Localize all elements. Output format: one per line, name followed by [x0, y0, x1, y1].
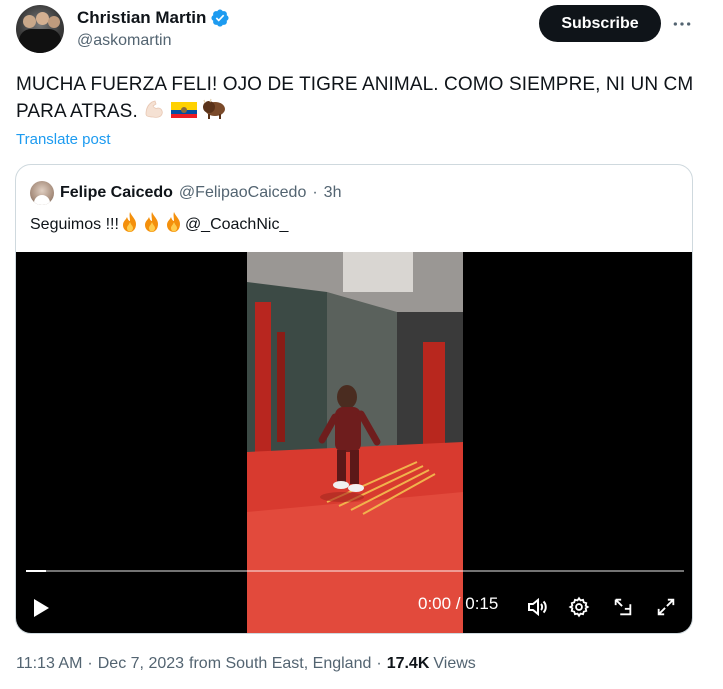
- author-display-name[interactable]: Christian Martin: [77, 8, 206, 28]
- volume-icon[interactable]: [524, 594, 550, 620]
- tweet-body: MUCHA FUERZA FELI! OJO DE TIGRE ANIMAL. …: [16, 74, 694, 122]
- bison-icon: [202, 98, 226, 128]
- quoted-body: Seguimos !!!: [30, 215, 119, 233]
- fullscreen-icon[interactable]: [653, 594, 679, 620]
- video-progress-fill: [26, 570, 46, 572]
- author-avatar[interactable]: [16, 5, 64, 53]
- video-progress-bar[interactable]: [26, 570, 684, 572]
- video-time: 0:00 / 0:15: [418, 594, 499, 613]
- post-time[interactable]: 11:13 AM: [16, 655, 82, 673]
- quoted-tweet[interactable]: Felipe Caicedo @FelipaoCaicedo · 3h Segu…: [15, 164, 693, 634]
- video-player[interactable]: 0:00 / 0:15: [16, 252, 692, 633]
- fire-icon: [163, 211, 185, 238]
- flexed-biceps-icon: [143, 98, 165, 128]
- post-location: from South East, England: [189, 655, 372, 672]
- verified-badge-icon[interactable]: [210, 8, 230, 28]
- translate-post-link[interactable]: Translate post: [16, 131, 111, 148]
- play-icon[interactable]: [28, 595, 54, 621]
- video-frame: [247, 252, 463, 633]
- mention-coachnic[interactable]: @_CoachNic_: [185, 216, 288, 234]
- author-name-row: Christian Martin: [77, 8, 230, 28]
- fire-icon: [141, 211, 163, 238]
- subscribe-button[interactable]: Subscribe: [539, 5, 661, 42]
- fire-icon: [119, 211, 141, 238]
- quoted-author-avatar: [30, 181, 54, 205]
- views-label: Views: [433, 655, 476, 672]
- more-options-icon[interactable]: [670, 12, 694, 36]
- meta-separator: ·: [376, 655, 382, 672]
- quoted-separator: ·: [312, 184, 318, 201]
- ecuador-flag-icon: [170, 100, 197, 128]
- post-date[interactable]: Dec 7, 2023: [98, 655, 184, 673]
- pop-out-icon[interactable]: [610, 594, 636, 620]
- author-handle[interactable]: @askomartin: [77, 32, 172, 50]
- views-count: 17.4K: [386, 655, 430, 672]
- quoted-header: Felipe Caicedo @FelipaoCaicedo · 3h: [30, 181, 341, 205]
- quoted-time: 3h: [323, 184, 342, 201]
- quoted-author-name: Felipe Caicedo: [60, 184, 173, 201]
- tweet-meta: 11:13 AM · Dec 7, 2023 from South East, …: [16, 655, 476, 673]
- meta-separator: ·: [87, 655, 93, 672]
- quoted-author-handle: @FelipaoCaicedo: [178, 184, 307, 201]
- settings-icon[interactable]: [566, 594, 592, 620]
- tweet-header: Christian Martin @askomartin Subscribe: [16, 5, 706, 55]
- quoted-text: Seguimos !!! @_CoachNic_: [30, 211, 288, 238]
- tweet-text: MUCHA FUERZA FELI! OJO DE TIGRE ANIMAL. …: [16, 72, 706, 128]
